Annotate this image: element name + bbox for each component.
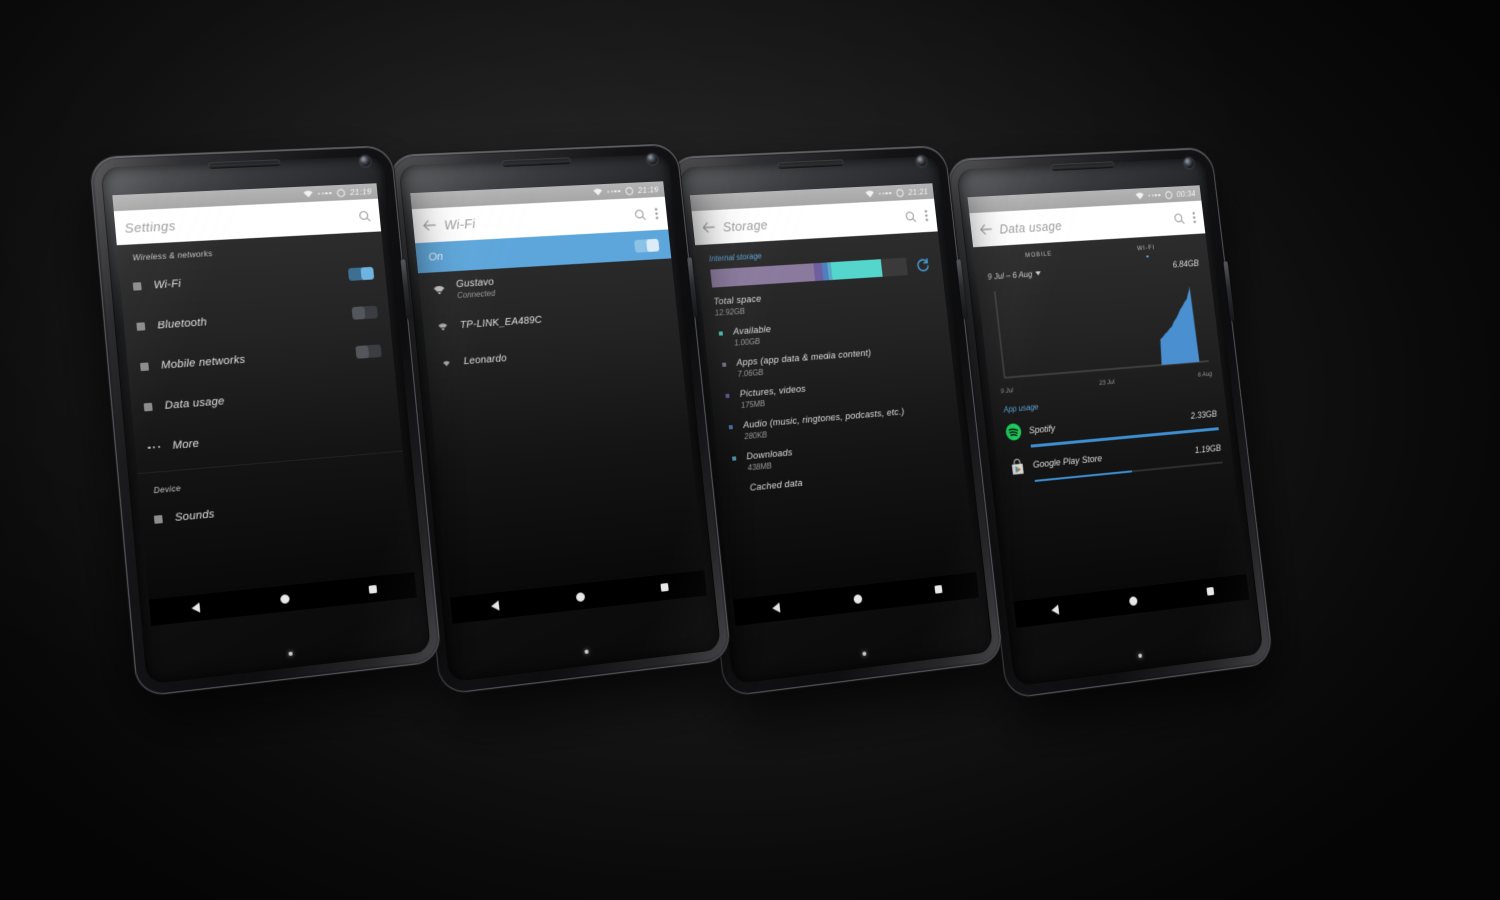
chevron-down-icon <box>1035 271 1042 276</box>
signal-icon <box>318 191 332 195</box>
data-usage-icon <box>143 402 153 412</box>
mobile-networks-toggle[interactable] <box>355 343 382 359</box>
bluetooth-icon <box>136 322 146 331</box>
chart-area-series-wifi <box>1152 285 1200 365</box>
total-usage-value: 6.84GB <box>1172 258 1200 270</box>
spotify-icon <box>1005 422 1023 441</box>
wifi-icon <box>865 190 875 198</box>
signal-icon <box>1148 193 1161 197</box>
wifi-icon <box>593 188 603 196</box>
tab-label: WI-FI <box>1136 244 1156 253</box>
date-range-label: 9 Jul – 6 Aug <box>986 268 1033 282</box>
app-usage-amount: 2.33GB <box>1190 408 1218 421</box>
signal-icon <box>878 191 892 195</box>
back-arrow-icon[interactable] <box>422 218 437 233</box>
storage-swatch <box>732 456 737 461</box>
screen-wifi: 21:19 Wi-Fi On Gustavo Connected TP-LINK… <box>410 181 705 598</box>
search-icon[interactable] <box>1173 212 1186 225</box>
wifi-master-toggle[interactable] <box>633 238 660 253</box>
settings-row-label: Data usage <box>164 395 226 412</box>
app-usage-amount: 1.19GB <box>1194 442 1222 455</box>
settings-row-label: Mobile networks <box>160 353 246 372</box>
wifi-network-ssid: Gustavo <box>455 276 495 290</box>
settings-row-label: Sounds <box>174 508 216 524</box>
refresh-icon[interactable] <box>915 257 931 273</box>
back-arrow-icon[interactable] <box>701 220 716 235</box>
back-nav-icon[interactable] <box>190 602 201 614</box>
bluetooth-toggle[interactable] <box>351 305 379 320</box>
back-nav-icon[interactable] <box>490 600 500 612</box>
wifi-icon <box>303 190 314 198</box>
chart-y-axis <box>995 291 1005 377</box>
settings-row-sounds[interactable]: Sounds <box>140 477 409 541</box>
chart-x-tick: 9 Jul <box>1000 387 1014 396</box>
settings-row-label: Bluetooth <box>156 316 208 332</box>
battery-circle-icon <box>624 186 633 195</box>
tab-indicator <box>1038 262 1041 264</box>
signal-icon <box>607 189 621 193</box>
chart-x-tick: 6 Aug <box>1197 370 1213 379</box>
settings-row-label: More <box>172 437 200 452</box>
wifi-toggle[interactable] <box>347 266 375 281</box>
google-play-icon <box>1008 457 1024 475</box>
wifi-settings-icon <box>132 282 142 291</box>
status-bar-time: 21:19 <box>349 186 373 198</box>
tab-indicator <box>1145 255 1149 258</box>
storage-segment-available <box>830 259 884 280</box>
data-usage-content: MOBILE WI-FI 9 Jul – 6 Aug 6.84GB 9 Jul … <box>973 233 1247 602</box>
back-nav-icon[interactable] <box>771 602 781 614</box>
screen-data-usage: 00:34 Data usage MOBILE WI-FI 9 Jul – 6 … <box>967 185 1247 602</box>
storage-item-cached[interactable]: Cached data <box>720 457 966 501</box>
settings-list: Wireless & networks Wi-Fi Bluetooth Mobi… <box>116 231 415 600</box>
wifi-network-ssid: Leonardo <box>463 352 508 367</box>
screen-storage: 21:21 Storage Internal storage Total spa… <box>689 183 977 600</box>
wifi-secured-icon <box>433 285 445 295</box>
battery-circle-icon <box>1164 190 1173 199</box>
battery-circle-icon <box>895 188 904 197</box>
wifi-secured-icon <box>438 322 448 331</box>
wifi-network-item[interactable]: Leonardo <box>425 328 682 382</box>
wifi-open-icon <box>442 360 451 366</box>
more-dots-icon <box>147 445 161 450</box>
phone-device-settings: 21:19 Settings Wireless & networks Wi-Fi… <box>90 146 441 696</box>
battery-circle-icon <box>336 188 346 197</box>
wifi-master-state-label: On <box>427 250 444 264</box>
phone-device-wifi: 21:19 Wi-Fi On Gustavo Connected TP-LINK… <box>388 144 731 694</box>
scene-background: 21:19 Settings Wireless & networks Wi-Fi… <box>0 0 1500 900</box>
storage-segment-free <box>881 257 908 277</box>
wifi-icon <box>1135 192 1145 200</box>
